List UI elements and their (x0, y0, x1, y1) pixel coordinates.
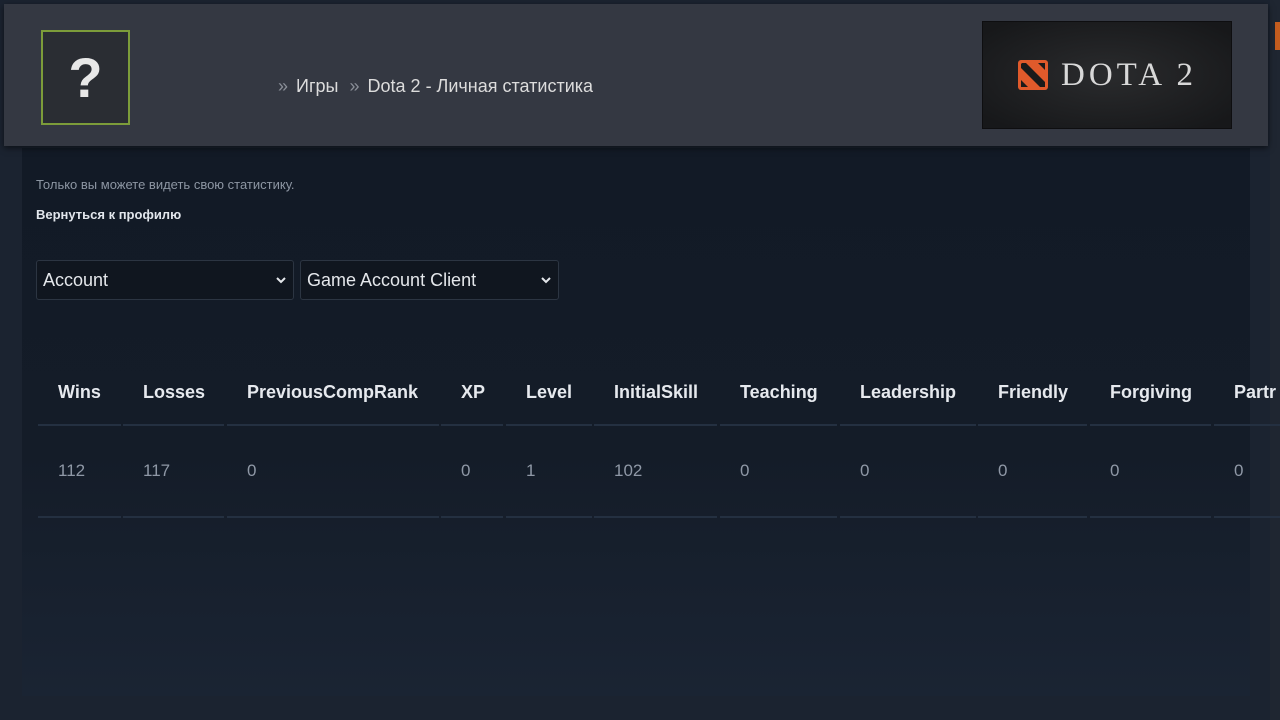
stat-source-value: Game Account Client (307, 269, 477, 290)
stats-column: InitialSkill 102 (594, 360, 717, 518)
stat-category-value: Account (43, 269, 109, 290)
game-logo[interactable]: DOTA 2 (982, 21, 1232, 129)
stat-source-select[interactable]: Game Account Client (300, 260, 559, 300)
stat-category-select[interactable]: Account (36, 260, 294, 300)
column-header: XP (441, 360, 503, 426)
stat-value: 0 (840, 426, 976, 518)
stat-value: 0 (1214, 426, 1280, 518)
column-header: InitialSkill (594, 360, 717, 426)
stat-value: 1 (506, 426, 592, 518)
column-header: PreviousCompRank (227, 360, 439, 426)
column-header: Wins (38, 360, 121, 426)
avatar-placeholder-icon: ? (68, 45, 103, 109)
breadcrumb: » Игры » Dota 2 - Личная статистика (278, 76, 599, 97)
breadcrumb-separator: » (349, 76, 360, 96)
column-header: Teaching (720, 360, 837, 426)
breadcrumb-current-page[interactable]: Dota 2 - Личная статистика (368, 76, 594, 96)
stat-value: 0 (720, 426, 837, 518)
avatar[interactable]: ? (41, 30, 130, 125)
stat-value: 0 (227, 426, 439, 518)
breadcrumb-games-link[interactable]: Игры (296, 76, 338, 96)
column-header: Losses (123, 360, 224, 426)
stats-page: ? » Игры » Dota 2 - Личная статистика DO… (0, 0, 1280, 720)
stats-column: Wins 112 (38, 360, 121, 518)
stat-value: 112 (38, 426, 121, 518)
back-to-profile-link[interactable]: Вернуться к профилю (36, 207, 181, 222)
stats-column: XP 0 (441, 360, 503, 518)
stat-value: 0 (1090, 426, 1211, 518)
column-header: Partr (1214, 360, 1280, 426)
stats-column: PreviousCompRank 0 (227, 360, 439, 518)
stats-column: Friendly 0 (978, 360, 1087, 518)
stats-table: Wins 112 Losses 117 PreviousCompRank 0 X… (38, 360, 1280, 520)
column-header: Friendly (978, 360, 1087, 426)
stats-column: Leadership 0 (840, 360, 976, 518)
column-header: Leadership (840, 360, 976, 426)
stat-value: 0 (441, 426, 503, 518)
privacy-notice: Только вы можете видеть свою статистику. (36, 177, 295, 192)
stats-column: Losses 117 (123, 360, 224, 518)
stat-value: 102 (594, 426, 717, 518)
stats-column: Level 1 (506, 360, 592, 518)
game-logo-text: DOTA 2 (1061, 56, 1197, 93)
breadcrumb-separator: » (278, 76, 289, 96)
stat-value: 117 (123, 426, 224, 518)
stats-column: Teaching 0 (720, 360, 837, 518)
chevron-down-icon (276, 277, 286, 284)
right-edge-accent (1275, 22, 1280, 50)
column-header: Forgiving (1090, 360, 1211, 426)
stats-column: Partr 0 (1214, 360, 1280, 518)
profile-header: ? » Игры » Dota 2 - Личная статистика DO… (4, 4, 1268, 146)
dota-emblem-icon (1018, 60, 1049, 90)
stat-value: 0 (978, 426, 1087, 518)
stats-column: Forgiving 0 (1090, 360, 1211, 518)
chevron-down-icon (541, 277, 551, 284)
column-header: Level (506, 360, 592, 426)
